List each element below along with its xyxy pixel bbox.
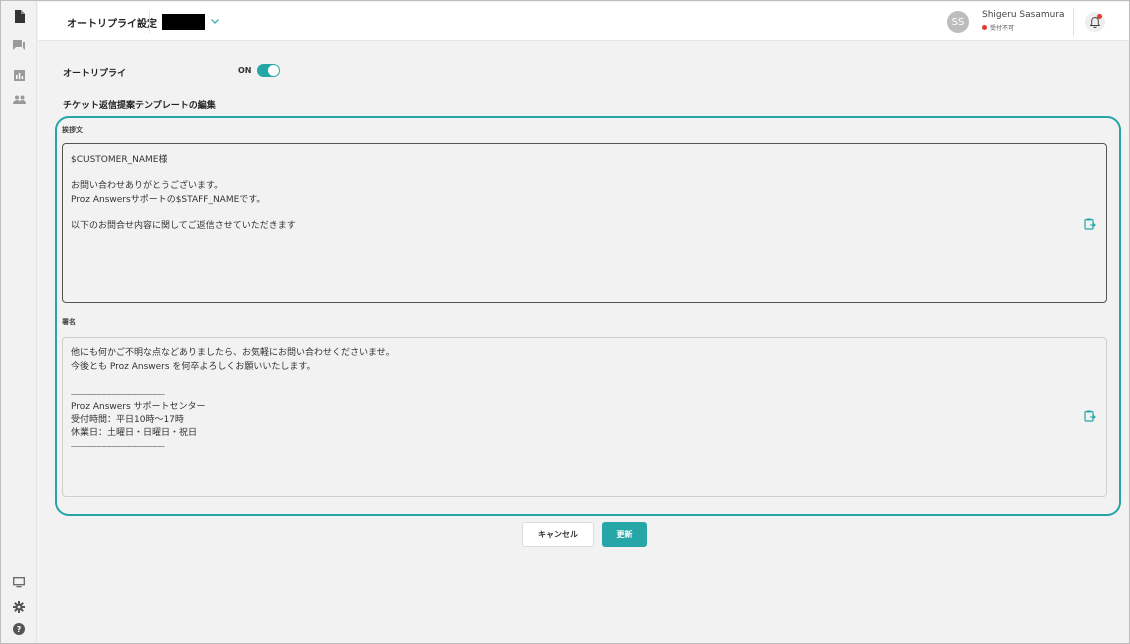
toggle-switch[interactable]: [256, 64, 280, 77]
avatar[interactable]: SS: [947, 11, 969, 33]
svg-text:?: ?: [17, 625, 22, 634]
text-line: 休業日：土曜日・日曜日・祝日: [71, 428, 198, 438]
help-icon[interactable]: ?: [12, 622, 26, 636]
user-name: Shigeru Sasamura: [982, 10, 1065, 20]
toggle-state-text: ON: [238, 66, 252, 75]
app-window: ? オートリプライ設定 SS Shigeru Sasamura 受付不可 オート…: [0, 0, 1130, 644]
greeting-textarea[interactable]: $CUSTOMER_NAME様 お問い合わせありがとうございます。 Proz A…: [62, 143, 1107, 303]
clipboard-icon[interactable]: [1084, 218, 1096, 230]
monitor-icon[interactable]: [12, 575, 26, 589]
text-line: 受付時間：平日10時〜17時: [71, 415, 184, 425]
clipboard-icon[interactable]: [1084, 410, 1096, 422]
auto-reply-toggle[interactable]: ON: [238, 64, 280, 77]
document-icon[interactable]: [12, 9, 26, 23]
chevron-down-icon: [211, 18, 219, 27]
chat-icon[interactable]: [12, 38, 26, 52]
redacted-account-name: [162, 14, 205, 30]
user-status-text: 受付不可: [990, 25, 1015, 32]
divider-line: ----------------------------------------…: [71, 391, 165, 398]
notification-badge: [1097, 14, 1102, 19]
update-button[interactable]: 更新: [602, 522, 647, 547]
text-line: $CUSTOMER_NAME様: [71, 155, 168, 165]
text-line: 他にも何かご不明な点などありましたら、お気軽にお問い合わせくださいませ。: [71, 348, 395, 358]
text-line: 以下のお問合せ内容に関してご返信させていただきます: [71, 221, 296, 231]
status-dot-icon: [982, 25, 987, 30]
users-icon[interactable]: [12, 93, 26, 107]
signature-textarea[interactable]: 他にも何かご不明な点などありましたら、お気軽にお問い合わせくださいませ。 今後と…: [62, 337, 1107, 497]
text-line: Proz Answersサポートの$STAFF_NAMEです。: [71, 195, 266, 205]
greeting-label: 挨拶文: [62, 126, 83, 134]
header-divider: [1073, 8, 1074, 36]
account-select[interactable]: [162, 11, 219, 33]
header-divider: [149, 11, 150, 33]
text-line: Proz Answers サポートセンター: [71, 402, 206, 412]
text-line: お問い合わせありがとうございます。: [71, 181, 224, 191]
user-status[interactable]: 受付不可: [982, 23, 1014, 32]
sidebar: ?: [2, 2, 37, 643]
cancel-button[interactable]: キャンセル: [522, 522, 594, 547]
page-title: オートリプライ設定: [67, 19, 157, 30]
signature-label: 署名: [62, 318, 76, 326]
text-line: 今後とも Proz Answers を何卒よろしくお願いいたします。: [71, 362, 316, 372]
divider-line: ----------------------------------------…: [71, 443, 165, 450]
auto-reply-label: オートリプライ: [63, 69, 127, 79]
header: オートリプライ設定 SS Shigeru Sasamura 受付不可: [38, 2, 1129, 41]
chart-icon[interactable]: [12, 68, 26, 82]
toggle-knob: [267, 65, 279, 76]
gear-icon[interactable]: [12, 600, 26, 614]
section-title: チケット返信提案テンプレートの編集: [63, 101, 216, 111]
notification-button[interactable]: [1085, 12, 1105, 32]
